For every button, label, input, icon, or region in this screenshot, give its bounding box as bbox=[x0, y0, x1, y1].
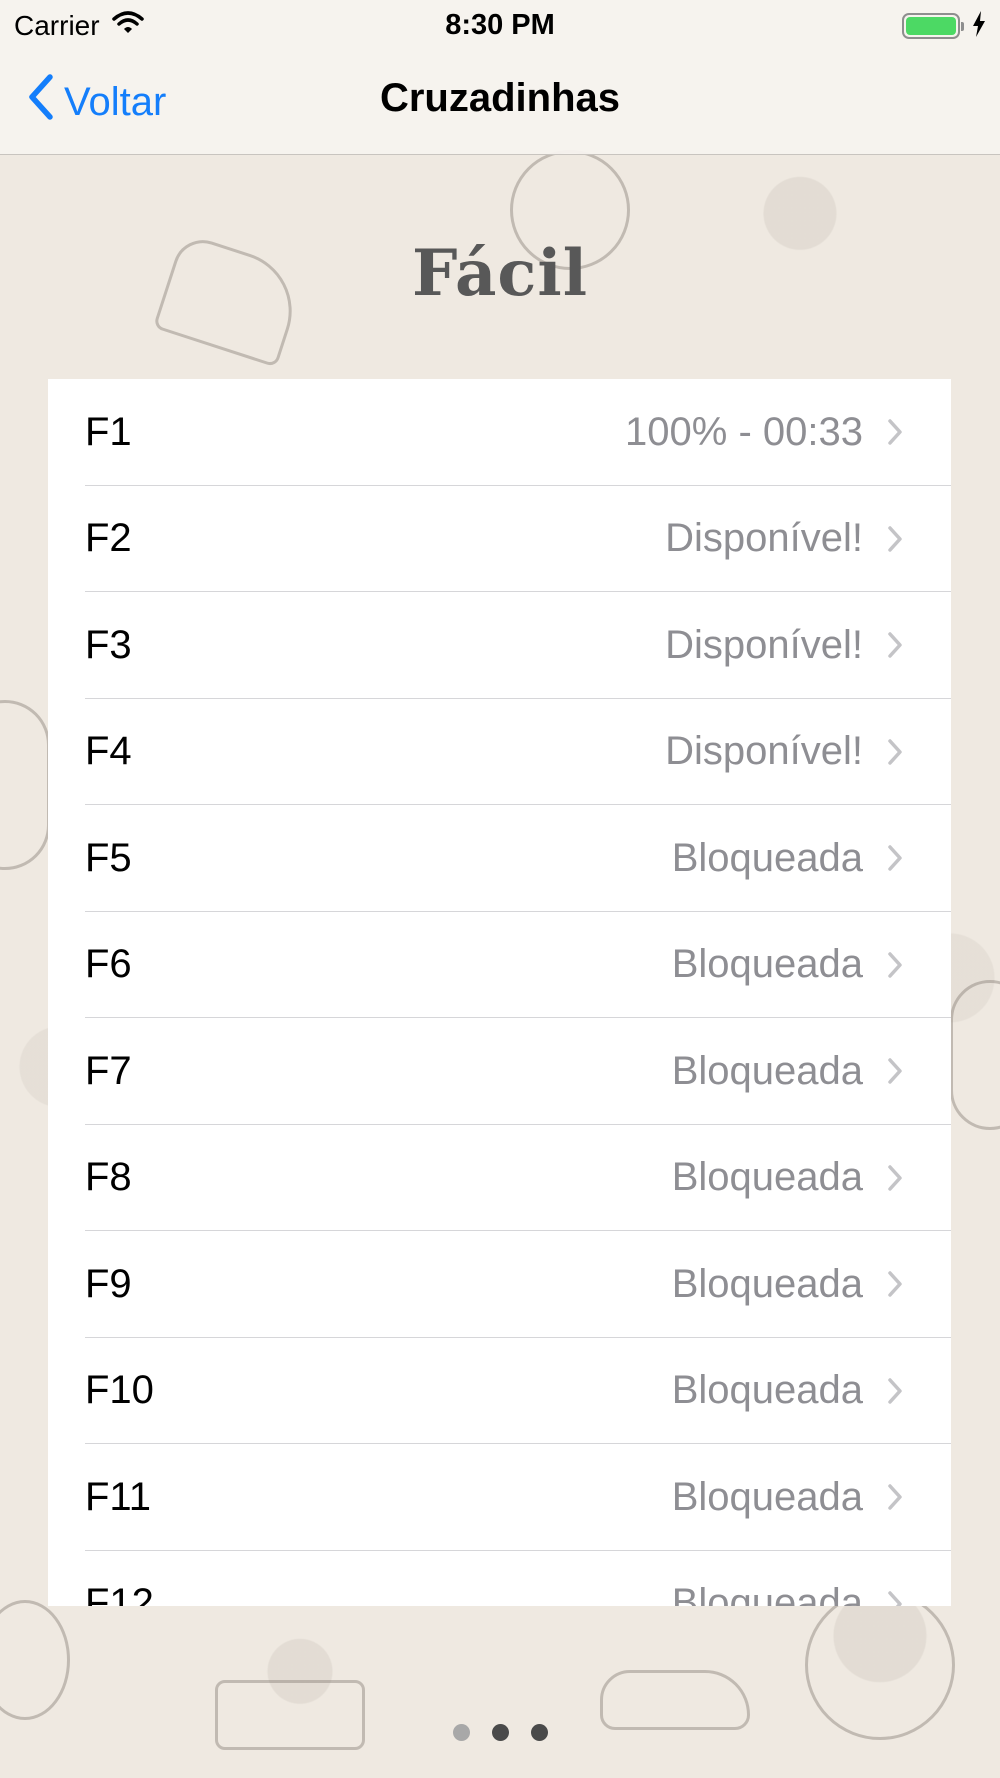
nav-title: Cruzadinhas bbox=[379, 76, 621, 120]
chevron-right-icon bbox=[887, 1057, 903, 1085]
puzzle-label: F10 bbox=[85, 1368, 154, 1413]
chevron-right-icon bbox=[887, 1164, 903, 1192]
chevron-right-icon bbox=[887, 1377, 903, 1405]
battery-level bbox=[906, 17, 956, 35]
puzzle-status: Disponível! bbox=[665, 516, 863, 561]
background-doodle bbox=[805, 1590, 955, 1740]
page-dot[interactable] bbox=[530, 1724, 548, 1741]
puzzle-status: Bloqueada bbox=[671, 1474, 863, 1519]
puzzle-label: F3 bbox=[85, 622, 132, 667]
puzzle-status: Disponível! bbox=[665, 622, 863, 667]
status-bar: Carrier 8:30 PM bbox=[0, 0, 1000, 52]
puzzle-row[interactable]: F10 Bloqueada bbox=[48, 1338, 951, 1445]
puzzle-status: 100% - 00:33 bbox=[625, 409, 863, 454]
puzzle-row[interactable]: F9 Bloqueada bbox=[48, 1231, 951, 1338]
chevron-right-icon bbox=[887, 951, 903, 979]
puzzle-label: F2 bbox=[85, 516, 132, 561]
puzzle-label: F11 bbox=[85, 1474, 151, 1519]
puzzle-row[interactable]: F5 Bloqueada bbox=[48, 805, 951, 912]
puzzle-label: F5 bbox=[85, 835, 132, 880]
background-doodle bbox=[600, 1670, 750, 1730]
puzzle-label: F7 bbox=[85, 1048, 132, 1093]
puzzle-row[interactable]: F3 Disponível! bbox=[48, 592, 951, 699]
chevron-right-icon bbox=[887, 844, 903, 872]
puzzle-label: F8 bbox=[85, 1155, 132, 1200]
puzzle-label: F4 bbox=[85, 729, 132, 774]
page-dot[interactable] bbox=[452, 1724, 470, 1741]
level-title: Fácil bbox=[412, 236, 588, 311]
puzzle-row[interactable]: F7 Bloqueada bbox=[48, 1018, 951, 1125]
puzzle-status: Bloqueada bbox=[671, 835, 863, 880]
puzzle-status: Bloqueada bbox=[671, 1581, 863, 1606]
chevron-right-icon bbox=[887, 1270, 903, 1298]
puzzle-status: Disponível! bbox=[665, 729, 863, 774]
puzzle-label: F1 bbox=[85, 409, 132, 454]
puzzle-list: F1 100% - 00:33 F2 Disponível! F3 Disponível!… bbox=[48, 379, 951, 1606]
chevron-right-icon bbox=[887, 418, 903, 446]
background-doodle bbox=[0, 700, 50, 870]
puzzle-status: Bloqueada bbox=[671, 1368, 863, 1413]
puzzle-status: Bloqueada bbox=[671, 1155, 863, 1200]
background-doodle bbox=[0, 1600, 70, 1720]
puzzle-row[interactable]: F4 Disponível! bbox=[48, 699, 951, 806]
chevron-right-icon bbox=[887, 631, 903, 659]
puzzle-status: Bloqueada bbox=[671, 942, 863, 987]
status-time: 8:30 PM bbox=[445, 9, 555, 41]
chevron-right-icon bbox=[887, 1590, 903, 1606]
puzzle-status: Bloqueada bbox=[671, 1261, 863, 1306]
puzzle-label: F9 bbox=[85, 1261, 132, 1306]
background-doodle bbox=[950, 980, 1000, 1130]
chevron-right-icon bbox=[887, 738, 903, 766]
puzzle-label: F6 bbox=[85, 942, 132, 987]
puzzle-row[interactable]: F1 100% - 00:33 bbox=[48, 379, 951, 486]
page-control[interactable] bbox=[0, 1724, 1000, 1741]
chevron-right-icon bbox=[887, 1483, 903, 1511]
puzzle-row[interactable]: F8 Bloqueada bbox=[48, 1125, 951, 1232]
puzzle-label: F12 bbox=[85, 1581, 154, 1606]
puzzle-status: Bloqueada bbox=[671, 1048, 863, 1093]
puzzle-row[interactable]: F6 Bloqueada bbox=[48, 912, 951, 1019]
puzzle-row[interactable]: F2 Disponível! bbox=[48, 486, 951, 593]
page-dot[interactable] bbox=[491, 1724, 509, 1741]
battery-icon bbox=[902, 13, 964, 39]
chevron-right-icon bbox=[887, 525, 903, 553]
puzzle-row[interactable]: F11 Bloqueada bbox=[48, 1444, 951, 1551]
navigation-bar: Voltar Cruzadinhas bbox=[0, 52, 1000, 155]
puzzle-row[interactable]: F12 Bloqueada bbox=[48, 1551, 951, 1606]
